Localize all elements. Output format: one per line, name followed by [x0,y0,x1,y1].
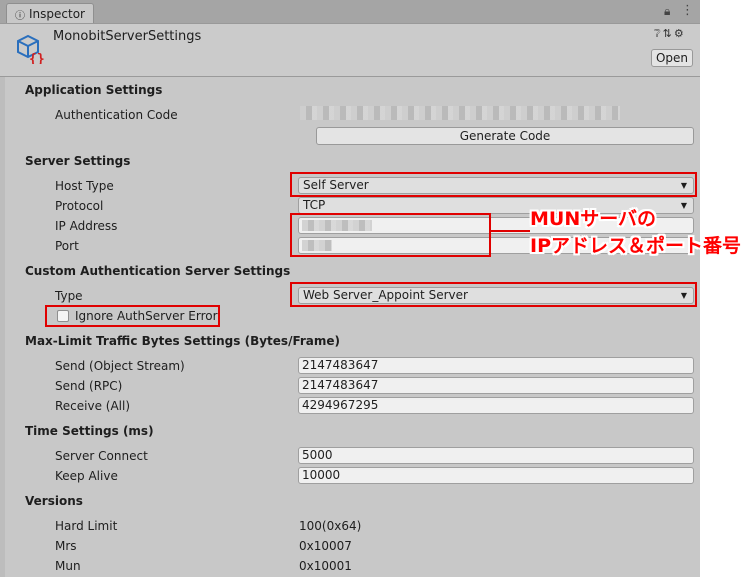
dropdown-arrow-icon: ▼ [680,291,687,300]
mrs-label: Mrs [55,539,77,553]
host-type-value: Self Server [303,178,369,192]
gear-icon[interactable]: ⚙︎ [674,27,686,40]
hard-limit-label: Hard Limit [55,519,118,533]
left-gutter [0,77,5,577]
lock-icon[interactable]: 🔒︎ [664,4,670,19]
auth-type-label: Type [55,289,83,303]
protocol-value: TCP [303,198,326,212]
port-label: Port [55,239,79,253]
dropdown-arrow-icon: ▼ [680,181,687,190]
send-rpc-label: Send (RPC) [55,379,123,393]
server-connect-input[interactable]: 5000 [298,447,694,464]
section-time-settings: Time Settings (ms) [25,424,154,438]
inspector-panel: ⓘ Inspector 🔒︎ ⋮ {} MonobitServerSetting… [0,0,700,577]
auth-type-value: Web Server_Appoint Server [303,288,468,302]
preset-icon[interactable]: ⇅ [663,27,674,40]
hard-limit-value: 100(0x64) [299,519,362,533]
auth-code-blurred-value [300,106,620,120]
server-connect-label: Server Connect [55,449,148,463]
header-icons: ❔︎⇅⚙︎ [654,27,686,41]
annotation-text-line1: MUNサーバの [530,208,657,230]
ip-address-label: IP Address [55,219,118,233]
object-title: MonobitServerSettings [53,29,202,44]
annotation-text-line2: IPアドレス＆ポート番号 [530,235,741,257]
port-blurred-value [302,240,332,251]
script-object-icon: {} [17,34,45,64]
auth-code-label: Authentication Code [55,108,178,122]
generate-code-button[interactable]: Generate Code [316,127,694,145]
svg-text:{}: {} [29,52,45,64]
send-rpc-input[interactable]: 2147483647 [298,377,694,394]
host-type-dropdown[interactable]: Self Server ▼ [298,177,694,194]
annotation-connector-line [490,230,530,232]
kebab-menu-icon[interactable]: ⋮ [681,3,694,18]
keep-alive-label: Keep Alive [55,469,118,483]
open-button[interactable]: Open [651,49,693,67]
section-custom-auth-settings: Custom Authentication Server Settings [25,264,291,278]
section-versions: Versions [25,494,83,508]
mun-label: Mun [55,559,81,573]
send-object-stream-label: Send (Object Stream) [55,359,185,373]
mrs-value: 0x10007 [299,539,352,553]
mun-value: 0x10001 [299,559,352,573]
section-traffic-settings: Max-Limit Traffic Bytes Settings (Bytes/… [25,334,341,348]
ip-address-blurred-value [302,220,372,231]
section-application-settings: Application Settings [25,83,163,97]
ignore-auth-error-label: Ignore AuthServer Error [75,309,218,323]
section-server-settings: Server Settings [25,154,131,168]
info-icon: ⓘ [15,11,25,22]
tab-bar: ⓘ Inspector 🔒︎ ⋮ [0,0,700,24]
tab-inspector[interactable]: ⓘ Inspector [6,3,94,23]
send-object-stream-input[interactable]: 2147483647 [298,357,694,374]
receive-all-input[interactable]: 4294967295 [298,397,694,414]
help-icon[interactable]: ❔︎ [654,27,663,40]
receive-all-label: Receive (All) [55,399,131,413]
ignore-auth-error-checkbox[interactable] [57,310,69,322]
keep-alive-input[interactable]: 10000 [298,467,694,484]
tab-label: Inspector [29,7,85,21]
object-header: {} MonobitServerSettings ❔︎⇅⚙︎ Open [0,24,700,77]
auth-type-dropdown[interactable]: Web Server_Appoint Server ▼ [298,287,694,304]
protocol-label: Protocol [55,199,104,213]
dropdown-arrow-icon: ▼ [680,201,687,210]
host-type-label: Host Type [55,179,114,193]
